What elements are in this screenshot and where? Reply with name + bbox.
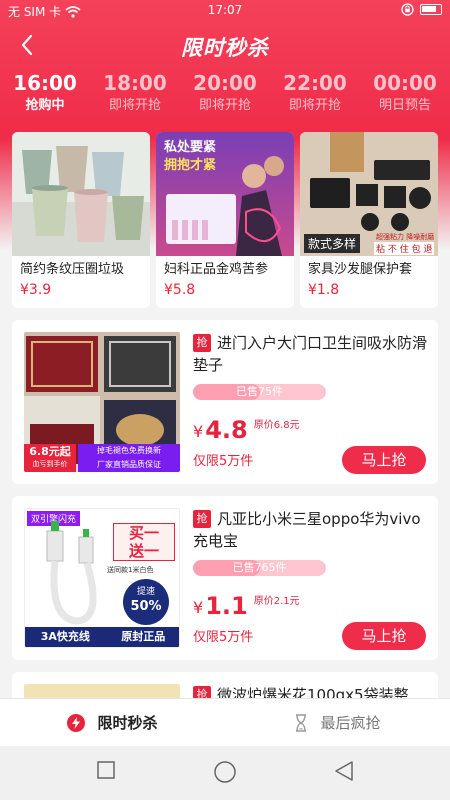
image-tag-sub1: 超强粘力 降噪耐磨 bbox=[376, 233, 435, 241]
nav-bar: 限时秒杀 bbox=[0, 22, 450, 68]
image-bottom-right: 原封正品 bbox=[121, 630, 166, 643]
time-tab-1800[interactable]: 18:00 即将开抢 bbox=[90, 70, 180, 122]
product-price: ¥5.8 bbox=[164, 282, 196, 298]
product-image-gel: 私处要紧 拥抱才紧 bbox=[156, 132, 294, 256]
bottom-tab-bar: 限时秒杀 最后疯抢 bbox=[0, 698, 450, 746]
product-list-item[interactable]: 双引擎闪充 买一 送一 送同款1米白色 提速 50% 3A快充线 原封正品 抢凡… bbox=[12, 496, 438, 660]
time-tab-status: 即将开抢 bbox=[288, 98, 341, 113]
product-title: 抢凡亚比小米三星oppo华为vivo充电宝 bbox=[193, 508, 431, 552]
image-promo-line-2: 厂家直销品质保证 bbox=[97, 460, 161, 469]
product-image-charging-cable: 双引擎闪充 买一 送一 送同款1米白色 提速 50% 3A快充线 原封正品 bbox=[24, 508, 180, 648]
product-image-furniture-pads: 款式多样 超强粘力 降噪耐磨 粘 不 住 包 退 bbox=[300, 132, 438, 256]
sold-count: 已售765件 bbox=[232, 561, 287, 574]
recents-square-icon[interactable] bbox=[96, 760, 116, 780]
grab-button[interactable]: 马上抢 bbox=[342, 622, 426, 650]
product-price: ¥1.8 bbox=[308, 282, 340, 298]
tab-label: 最后疯抢 bbox=[320, 714, 381, 732]
featured-products: 简约条纹压圈垃圾 ¥3.9 私处要紧 拥抱才紧 妇科正品金鸡苦参 ¥5.8 款式… bbox=[12, 132, 438, 308]
time-tab-status: 抢购中 bbox=[25, 98, 65, 113]
stock-limit: 仅限5万件 bbox=[193, 454, 254, 469]
time-tab-1600[interactable]: 16:00 抢购中 bbox=[0, 70, 90, 122]
image-price-tag: 6.8元起 血亏到手价 bbox=[24, 444, 76, 472]
price-row: ¥ 4.8 原价6.8元 bbox=[193, 416, 300, 443]
currency-symbol: ¥ bbox=[193, 422, 204, 441]
time-tab-time: 20:00 bbox=[193, 71, 257, 95]
lightning-icon bbox=[67, 713, 86, 732]
time-tab-status: 即将开抢 bbox=[198, 98, 251, 113]
sold-progress-bar: 已售765件 bbox=[193, 560, 326, 576]
image-tag-sub2: 粘 不 住 包 退 bbox=[374, 242, 435, 255]
time-tab-status: 即将开抢 bbox=[108, 98, 161, 113]
back-triangle-icon[interactable] bbox=[334, 760, 354, 782]
time-slot-tabs: 16:00 抢购中 18:00 即将开抢 20:00 即将开抢 22:00 即将… bbox=[0, 70, 450, 122]
time-tab-status: 明日预告 bbox=[378, 98, 431, 113]
product-name: 简约条纹压圈垃圾 bbox=[20, 262, 125, 277]
system-nav-bar bbox=[0, 746, 450, 800]
product-name: 妇科正品金鸡苦参 bbox=[164, 262, 269, 277]
hourglass-icon bbox=[296, 713, 307, 732]
time-tab-time: 00:00 bbox=[373, 71, 437, 95]
home-circle-icon[interactable] bbox=[213, 760, 237, 784]
time-tab-time: 18:00 bbox=[103, 71, 167, 95]
stock-limit: 仅限5万件 bbox=[193, 630, 254, 645]
product-price: ¥3.9 bbox=[20, 282, 52, 298]
status-bar: 无 SIM 卡 17:07 bbox=[0, 0, 450, 22]
product-title: 抢进门入户大门口卫生间吸水防滑垫子 bbox=[193, 332, 431, 376]
image-price-tag-value: 6.8元起 bbox=[29, 445, 71, 458]
page-title: 限时秒杀 bbox=[181, 36, 269, 60]
time-tab-time: 22:00 bbox=[283, 71, 347, 95]
image-bottom-left: 3A快充线 bbox=[40, 630, 90, 643]
product-title-text: 进门入户大门口卫生间吸水防滑垫子 bbox=[193, 334, 428, 374]
image-promo-line-1: 掉毛褪色免费换新 bbox=[97, 446, 161, 455]
product-title-text: 凡亚比小米三星oppo华为vivo充电宝 bbox=[193, 510, 421, 550]
product-name: 家具沙发腿保护套 bbox=[308, 262, 413, 277]
product-image-doormat: 6.8元起 血亏到手价 掉毛褪色免费换新 厂家直销品质保证 bbox=[24, 332, 180, 472]
price-row: ¥ 1.1 原价2.1元 bbox=[193, 592, 300, 619]
battery-icon bbox=[420, 4, 442, 15]
sold-count: 已售75件 bbox=[236, 385, 283, 398]
sale-price: 1.1 bbox=[205, 592, 248, 620]
sale-price: 4.8 bbox=[205, 416, 248, 444]
tab-label: 限时秒杀 bbox=[97, 714, 158, 732]
featured-card[interactable]: 私处要紧 拥抱才紧 妇科正品金鸡苦参 ¥5.8 bbox=[156, 132, 294, 308]
flash-badge: 抢 bbox=[193, 510, 211, 528]
tab-last-rush[interactable]: 最后疯抢 bbox=[225, 699, 450, 746]
image-promo-strip: 掉毛褪色免费换新 厂家直销品质保证 bbox=[78, 444, 180, 472]
lock-rotation-icon bbox=[401, 3, 414, 16]
featured-card[interactable]: 简约条纹压圈垃圾 ¥3.9 bbox=[12, 132, 150, 308]
time-tab-time: 16:00 bbox=[13, 71, 77, 95]
sold-progress-bar: 已售75件 bbox=[193, 384, 326, 400]
featured-card[interactable]: 款式多样 超强粘力 降噪耐磨 粘 不 住 包 退 家具沙发腿保护套 ¥1.8 bbox=[300, 132, 438, 308]
image-bottom-strip: 3A快充线 原封正品 bbox=[25, 627, 179, 647]
original-price: 原价6.8元 bbox=[253, 420, 300, 431]
image-tag-main: 款式多样 bbox=[304, 234, 361, 253]
original-price: 原价2.1元 bbox=[253, 596, 300, 607]
product-image-trash-bins bbox=[12, 132, 150, 256]
flash-badge: 抢 bbox=[193, 334, 211, 352]
tab-flash-sale[interactable]: 限时秒杀 bbox=[0, 699, 225, 746]
grab-button[interactable]: 马上抢 bbox=[342, 446, 426, 474]
clock: 17:07 bbox=[207, 3, 243, 17]
product-list-item[interactable]: 6.8元起 血亏到手价 掉毛褪色免费换新 厂家直销品质保证 抢进门入户大门口卫生… bbox=[12, 320, 438, 484]
currency-symbol: ¥ bbox=[193, 598, 204, 617]
time-tab-2200[interactable]: 22:00 即将开抢 bbox=[270, 70, 360, 122]
time-tab-2000[interactable]: 20:00 即将开抢 bbox=[180, 70, 270, 122]
time-tab-0000[interactable]: 00:00 明日预告 bbox=[360, 70, 450, 122]
back-arrow-icon[interactable] bbox=[14, 30, 42, 60]
image-price-tag-sub: 血亏到手价 bbox=[32, 460, 68, 468]
